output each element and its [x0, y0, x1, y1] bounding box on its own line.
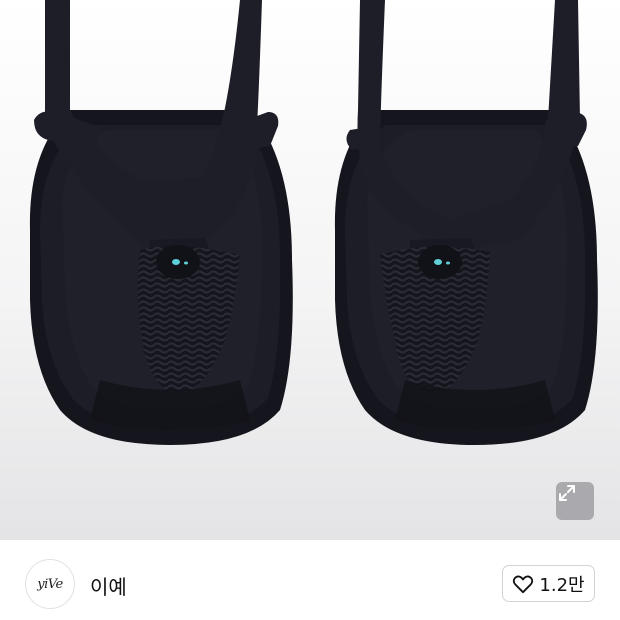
product-image[interactable]	[0, 0, 620, 540]
seller-logo-text: yiVe	[37, 576, 63, 592]
expand-image-button[interactable]	[556, 482, 594, 520]
seller-avatar[interactable]: yiVe	[25, 559, 75, 609]
seller-name[interactable]: 이예	[90, 571, 127, 600]
sandal-pair-illustration	[29, 0, 598, 445]
expand-arrows-icon	[559, 485, 575, 501]
heart-outline-icon	[513, 575, 534, 593]
seller-bar: yiVe 이예 1.2만	[0, 540, 620, 620]
like-count: 1.2만	[539, 574, 585, 596]
right-sandal	[334, 0, 598, 445]
like-button[interactable]: 1.2만	[502, 565, 595, 602]
left-sandal	[29, 0, 293, 445]
